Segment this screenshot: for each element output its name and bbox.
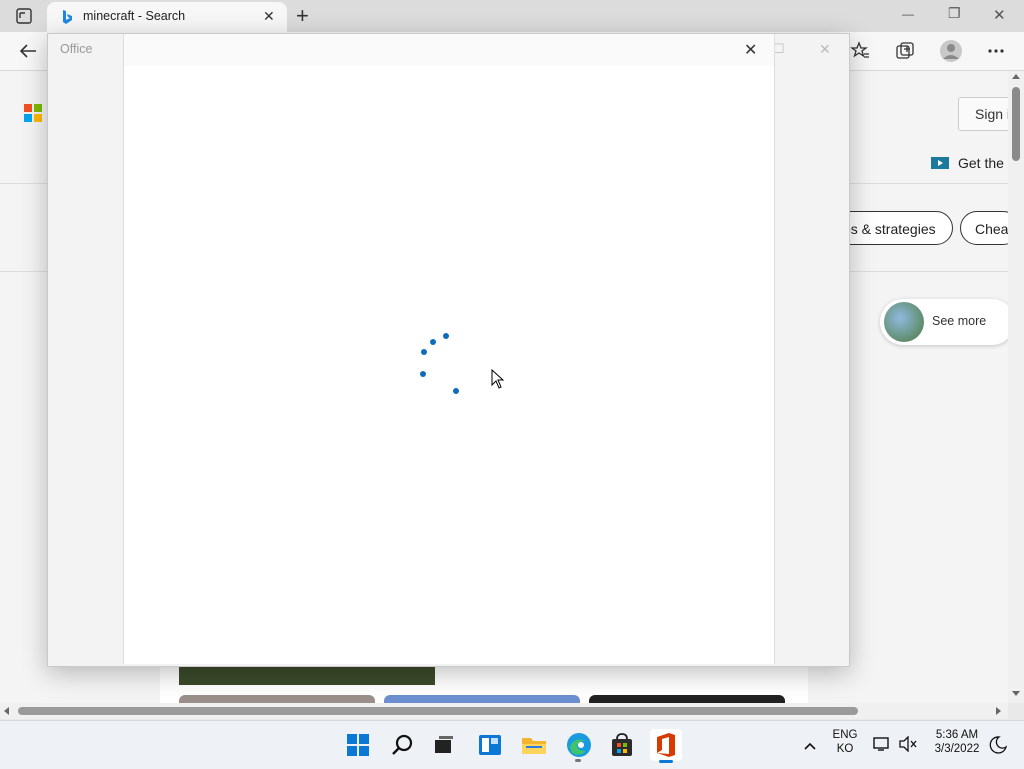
taskbar: ENG KO 5:36 AM 3/3/2022 <box>0 720 1024 769</box>
volume-muted-icon[interactable] <box>899 735 917 753</box>
edge-icon[interactable] <box>563 729 595 762</box>
bing-icon <box>61 9 73 25</box>
chip-label: ps & strategies <box>843 221 936 237</box>
running-indicator <box>575 759 581 762</box>
tv-icon <box>931 157 949 169</box>
loading-spinner <box>414 329 464 399</box>
mouse-cursor-icon <box>491 368 505 389</box>
sign-in-label: Sign i <box>975 106 1011 122</box>
office-dialog-title: Office <box>60 42 93 56</box>
vertical-scrollbar[interactable] <box>1008 71 1024 703</box>
thumbnail-strip <box>589 695 785 703</box>
office-outer-close-button[interactable]: ✕ <box>819 41 831 58</box>
start-icon[interactable] <box>342 729 374 761</box>
tab-close-icon[interactable]: ✕ <box>263 8 275 25</box>
browser-tab-bar: minecraft - Search ✕ + — ❐ ✕ <box>0 0 1024 32</box>
collections-icon[interactable] <box>895 41 915 61</box>
restore-button[interactable]: ❐ <box>948 5 961 22</box>
horizontal-scrollbar[interactable] <box>0 703 1008 719</box>
ime-label: KO <box>836 743 854 755</box>
search-icon[interactable] <box>387 729 419 761</box>
office-icon[interactable] <box>650 729 682 763</box>
microsoft-logo-icon <box>24 104 42 122</box>
scroll-left-arrow-icon[interactable] <box>4 707 9 715</box>
spinner-dot <box>453 388 459 394</box>
favorites-icon[interactable] <box>850 41 870 61</box>
scroll-down-arrow-icon[interactable] <box>1012 691 1020 696</box>
focus-assist-icon[interactable] <box>989 736 1008 754</box>
scroll-right-arrow-icon[interactable] <box>996 707 1001 715</box>
clock-date: 3/3/2022 <box>934 743 980 755</box>
office-content-pane: ✕ <box>123 34 775 664</box>
widgets-icon[interactable] <box>474 729 506 761</box>
input-language-indicator[interactable]: ENG KO <box>828 729 862 755</box>
thumbnail-strip <box>179 695 375 703</box>
file-explorer-icon[interactable] <box>518 729 550 761</box>
see-more-label: See more <box>932 314 987 328</box>
scroll-up-arrow-icon[interactable] <box>1012 74 1020 79</box>
office-content-header <box>124 34 774 66</box>
get-app-link[interactable]: Get the <box>930 155 1010 175</box>
tab-actions-icon[interactable] <box>16 8 32 24</box>
scroll-thumb[interactable] <box>1012 87 1020 161</box>
profile-avatar-icon[interactable] <box>939 39 963 63</box>
store-icon[interactable] <box>606 729 638 761</box>
chip-label: Chea <box>975 221 1009 237</box>
show-hidden-icons-button[interactable] <box>804 739 816 750</box>
tab-title: minecraft - Search <box>83 9 186 23</box>
see-more-card[interactable]: See more <box>880 299 1015 345</box>
scroll-thumb[interactable] <box>18 707 858 715</box>
clock-time: 5:36 AM <box>935 729 979 741</box>
more-options-icon[interactable] <box>986 41 1006 61</box>
thumbnail-strip <box>384 695 580 703</box>
minimize-button[interactable]: — <box>902 7 914 21</box>
result-image[interactable] <box>179 665 435 685</box>
get-app-label: Get the <box>958 155 1004 171</box>
back-arrow-icon[interactable] <box>18 41 38 61</box>
language-label: ENG <box>832 729 858 741</box>
minecraft-thumbnail-icon <box>884 302 924 342</box>
network-icon[interactable] <box>873 736 891 752</box>
close-window-button[interactable]: ✕ <box>993 6 1006 24</box>
new-tab-button[interactable]: + <box>296 3 309 29</box>
spinner-dot <box>430 339 436 345</box>
active-indicator <box>659 760 673 763</box>
spinner-dot <box>443 333 449 339</box>
spinner-dot <box>421 349 427 355</box>
task-view-icon[interactable] <box>428 729 460 761</box>
browser-tab[interactable]: minecraft - Search ✕ <box>47 2 287 32</box>
clock[interactable]: 5:36 AM 3/3/2022 <box>926 729 988 755</box>
spinner-dot <box>420 371 426 377</box>
office-close-button[interactable]: ✕ <box>744 40 757 60</box>
office-dialog: Office ☐ ✕ ✕ <box>47 33 850 667</box>
